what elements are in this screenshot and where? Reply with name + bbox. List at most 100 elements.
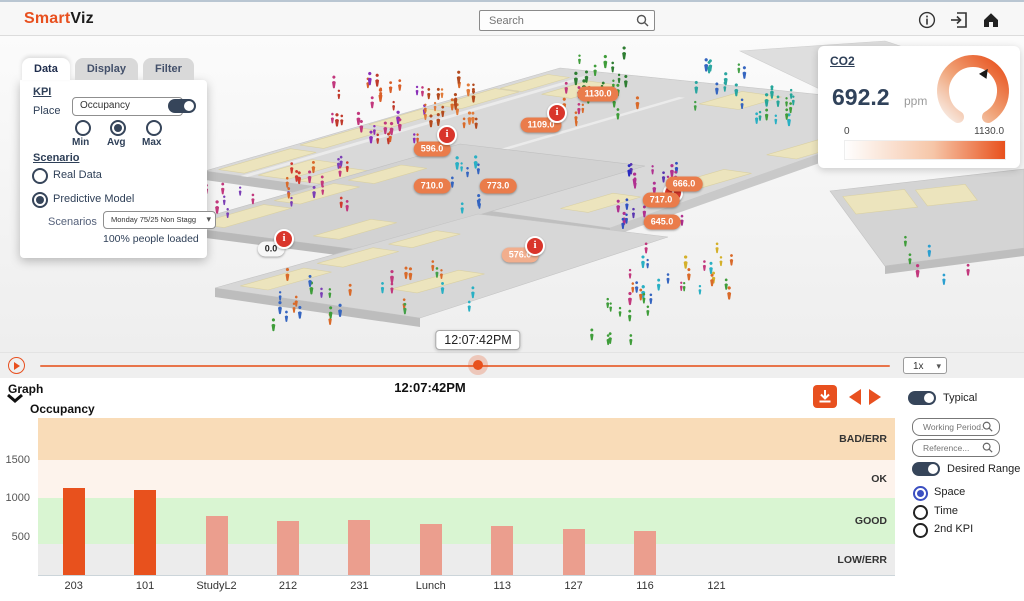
person-marker	[628, 310, 631, 322]
x-axis-category-label: 203	[44, 580, 104, 592]
person-marker	[292, 302, 295, 312]
home-icon[interactable]	[982, 11, 1000, 29]
chart-bar[interactable]	[63, 488, 85, 575]
tab-filter[interactable]: Filter	[143, 58, 194, 80]
person-marker	[221, 183, 224, 195]
x-axis-category-label: StudyL2	[187, 580, 247, 592]
search-box[interactable]	[479, 10, 655, 31]
x-axis-category-label: Lunch	[401, 580, 461, 592]
data-panel: KPI Place Occupancy▾ Min Avg Max Scenari…	[20, 80, 207, 258]
person-marker	[727, 286, 731, 299]
chart-bar[interactable]	[491, 526, 513, 575]
chart-bar[interactable]	[206, 516, 228, 575]
person-marker	[611, 62, 614, 73]
person-marker	[639, 289, 642, 301]
room-value-badge[interactable]: 710.0	[414, 179, 451, 194]
scenario-select[interactable]: Monday 75/25 Non Stagg▾	[103, 211, 216, 229]
info-pin-icon[interactable]: i	[274, 229, 294, 249]
radio-real-data[interactable]	[32, 168, 48, 184]
chart-bar[interactable]	[634, 531, 656, 575]
search-icon	[636, 14, 649, 27]
radio-predictive-model[interactable]	[32, 192, 48, 208]
person-marker	[606, 298, 609, 308]
room-value-badge[interactable]: 717.0	[643, 193, 680, 208]
tab-data[interactable]: Data	[22, 58, 70, 80]
person-marker	[720, 256, 723, 266]
person-marker	[715, 242, 718, 253]
person-marker	[223, 196, 226, 206]
x-axis-category-label: 127	[544, 580, 604, 592]
time-label: Time	[934, 505, 958, 517]
working-period-field[interactable]	[921, 420, 985, 434]
person-marker	[392, 101, 395, 111]
person-marker	[389, 81, 393, 93]
radio-space[interactable]	[913, 486, 928, 501]
room-value-badge[interactable]: 1130.0	[577, 87, 618, 102]
radio-min-label: Min	[72, 137, 89, 148]
desired-range-toggle[interactable]	[912, 462, 940, 476]
chart-x-axis-line	[38, 575, 895, 576]
chart-bar[interactable]	[134, 490, 156, 575]
room-value-badge[interactable]: 645.0	[644, 215, 681, 230]
reference-input[interactable]	[912, 439, 1000, 457]
scenarios-label: Scenarios	[48, 216, 97, 228]
person-marker	[272, 318, 276, 331]
search-input[interactable]	[487, 12, 631, 29]
chart-band: BAD/ERR	[38, 418, 895, 460]
kpi-toggle[interactable]	[168, 99, 196, 113]
radio-min[interactable]	[75, 120, 91, 136]
place-select-value: Occupancy	[80, 100, 130, 111]
reference-field[interactable]	[921, 441, 985, 455]
timeline-thumb[interactable]	[473, 360, 483, 370]
person-marker	[329, 306, 333, 318]
search-icon	[982, 442, 993, 453]
room-value-badge[interactable]: 773.0	[480, 179, 517, 194]
person-marker	[703, 260, 706, 271]
speed-value: 1x	[913, 361, 924, 372]
radio-max[interactable]	[146, 120, 162, 136]
chart-bar[interactable]	[277, 521, 299, 575]
scenario-heading: Scenario	[33, 152, 79, 164]
person-marker	[641, 255, 645, 268]
info-pin-icon[interactable]: i	[547, 103, 567, 123]
info-pin-icon[interactable]: i	[437, 125, 457, 145]
person-marker	[942, 274, 945, 285]
person-marker	[590, 329, 594, 341]
co2-unit: ppm	[904, 94, 927, 108]
person-marker	[628, 292, 632, 305]
speed-select[interactable]: 1x▾	[903, 357, 947, 374]
desired-range-label: Desired Range	[947, 463, 1020, 475]
chart-bar[interactable]	[420, 524, 442, 575]
person-marker	[709, 262, 713, 274]
person-marker	[725, 278, 728, 289]
play-button[interactable]	[8, 357, 25, 374]
chart-bar[interactable]	[563, 529, 585, 575]
building-map[interactable]: iiiii1130.01109.0596.0710.0773.0666.0717…	[0, 36, 1024, 378]
chart-band: GOOD	[38, 498, 895, 544]
radio-avg[interactable]	[110, 120, 126, 136]
person-marker	[635, 281, 638, 293]
logout-icon[interactable]	[950, 11, 968, 29]
working-period-input[interactable]	[912, 418, 1000, 436]
search-icon	[982, 421, 993, 432]
chart-bar[interactable]	[348, 520, 370, 575]
person-marker	[337, 90, 340, 100]
person-marker	[649, 293, 652, 304]
person-marker	[335, 113, 339, 127]
radio-time[interactable]	[913, 505, 928, 520]
room-value-badge[interactable]: 666.0	[666, 177, 703, 192]
place-select[interactable]: Occupancy▾	[72, 97, 183, 116]
tab-display[interactable]: Display	[75, 58, 138, 80]
info-icon[interactable]	[918, 11, 936, 29]
typical-toggle[interactable]	[908, 391, 936, 405]
timeline-track[interactable]	[40, 365, 890, 367]
person-marker	[710, 274, 714, 287]
person-marker	[680, 282, 683, 291]
info-pin-icon[interactable]: i	[525, 236, 545, 256]
co2-scale-max: 1130.0	[974, 126, 1004, 137]
y-axis-tick-label: 1000	[0, 492, 30, 504]
person-marker	[704, 58, 708, 71]
person-marker	[698, 285, 701, 295]
person-marker	[666, 273, 669, 283]
radio-2nd-kpi[interactable]	[913, 523, 928, 538]
